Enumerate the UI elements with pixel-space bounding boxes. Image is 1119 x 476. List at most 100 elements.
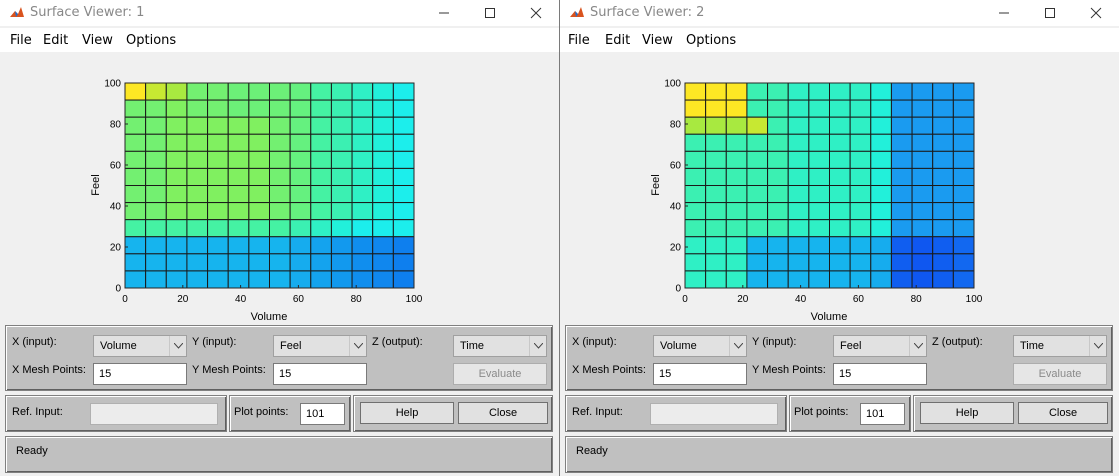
minimize-icon [999,12,1009,14]
surface-cell [227,82,250,101]
surface-cell [145,202,167,221]
x-mesh-input[interactable]: 15 [93,363,187,385]
surface-cell [849,99,872,118]
surface-cell [124,219,147,238]
surface-cell [289,133,312,152]
minimize-button[interactable] [981,0,1027,26]
surface-cell [808,150,830,169]
surface-cell [392,82,415,101]
x-input-dropdown[interactable]: Volume [93,335,187,357]
surface-cell [767,219,789,238]
surface-cell [829,116,851,135]
title-bar[interactable]: Surface Viewer: 1 [0,0,559,26]
y-input-dropdown[interactable]: Feel [833,335,927,357]
y-tick-label: 0 [115,284,121,295]
surface-cell [372,150,394,169]
surface-plot[interactable]: 0 20 40 60 80 100 0 20 40 60 80 100 Volume Feel [0,54,559,323]
surface-cell [310,236,332,255]
x-input-dropdown[interactable]: Volume [653,335,747,357]
variable-panel: X (input): Volume Y (input): Feel Z (out… [5,325,553,391]
surface-cell [145,185,167,204]
surface-cell [746,185,769,204]
ref-input-field[interactable] [90,403,218,425]
y-tick-label: 80 [670,120,682,131]
help-button[interactable]: Help [360,402,454,424]
surface-cell [952,116,975,135]
close-window-button[interactable] [513,0,559,26]
maximize-button[interactable] [1027,0,1073,26]
z-output-dropdown[interactable]: Time [453,335,547,357]
close-button[interactable]: Close [1018,402,1108,424]
x-mesh-input[interactable]: 15 [653,363,747,385]
x-input-value: Volume [100,340,137,352]
surface-cell [952,253,975,272]
surface-cell [746,133,769,152]
evaluate-button[interactable]: Evaluate [1013,363,1107,385]
surface-cell [808,99,830,118]
surface-cell [849,116,872,135]
surface-cell [932,82,954,101]
surface-cell [124,116,147,135]
surface-cell [746,116,769,135]
menu-edit[interactable]: Edit [605,33,630,48]
close-button[interactable]: Close [458,402,548,424]
surface-cell [392,236,415,255]
x-mesh-label: X Mesh Points: [12,364,86,376]
surface-cell [870,270,892,289]
help-button[interactable]: Help [920,402,1014,424]
surface-cell [248,270,270,289]
close-window-button[interactable] [1073,0,1119,26]
surface-cell [767,116,789,135]
surface-cell [849,219,872,238]
y-mesh-input[interactable]: 15 [833,363,927,385]
surface-cell [372,185,394,204]
surface-cell [310,185,332,204]
surface-cell [186,116,209,135]
menu-view[interactable]: View [82,33,113,48]
surface-cell [248,236,270,255]
maximize-button[interactable] [467,0,513,26]
minimize-button[interactable] [421,0,467,26]
menu-options[interactable]: Options [686,33,736,48]
ref-input-field[interactable] [650,403,778,425]
chevron-down-icon [169,336,186,356]
surface-cell [227,236,250,255]
y-mesh-input[interactable]: 15 [273,363,367,385]
menu-file[interactable]: File [10,33,32,48]
menu-view[interactable]: View [642,33,673,48]
surface-cell [145,236,167,255]
x-tick-label: 40 [235,294,247,305]
surface-cell [808,270,830,289]
surface-cell [351,167,374,186]
surface-cell [330,116,353,135]
menu-edit[interactable]: Edit [43,33,68,48]
surface-cell [911,133,934,152]
surface-cell [767,202,789,221]
surface-cell [289,99,312,118]
surface-cell [227,167,250,186]
chevron-down-icon [349,336,366,356]
plot-points-input[interactable]: 101 [300,403,345,425]
plot-points-input[interactable]: 101 [860,403,905,425]
surface-cell [330,253,353,272]
y-input-dropdown[interactable]: Feel [273,335,367,357]
evaluate-button[interactable]: Evaluate [453,363,547,385]
y-input-label: Y (input): [192,336,237,348]
surface-cell [787,150,810,169]
surface-cell [952,167,975,186]
title-bar[interactable]: Surface Viewer: 2 [560,0,1119,26]
surface-cell [207,82,229,101]
menu-options[interactable]: Options [126,33,176,48]
z-output-dropdown[interactable]: Time [1013,335,1107,357]
surface-plot[interactable]: 0 20 40 60 80 100 0 20 40 60 80 100 Volume Feel [560,54,1119,323]
surface-cell [330,150,353,169]
surface-cell [725,270,748,289]
y-mesh-label: Y Mesh Points: [192,364,266,376]
surface-cell [829,150,851,169]
surface-cell [165,116,188,135]
status-text: Ready [16,445,48,457]
menu-file[interactable]: File [568,33,590,48]
surface-cell [145,150,167,169]
surface-cell [392,270,415,289]
surface-cell [227,253,250,272]
